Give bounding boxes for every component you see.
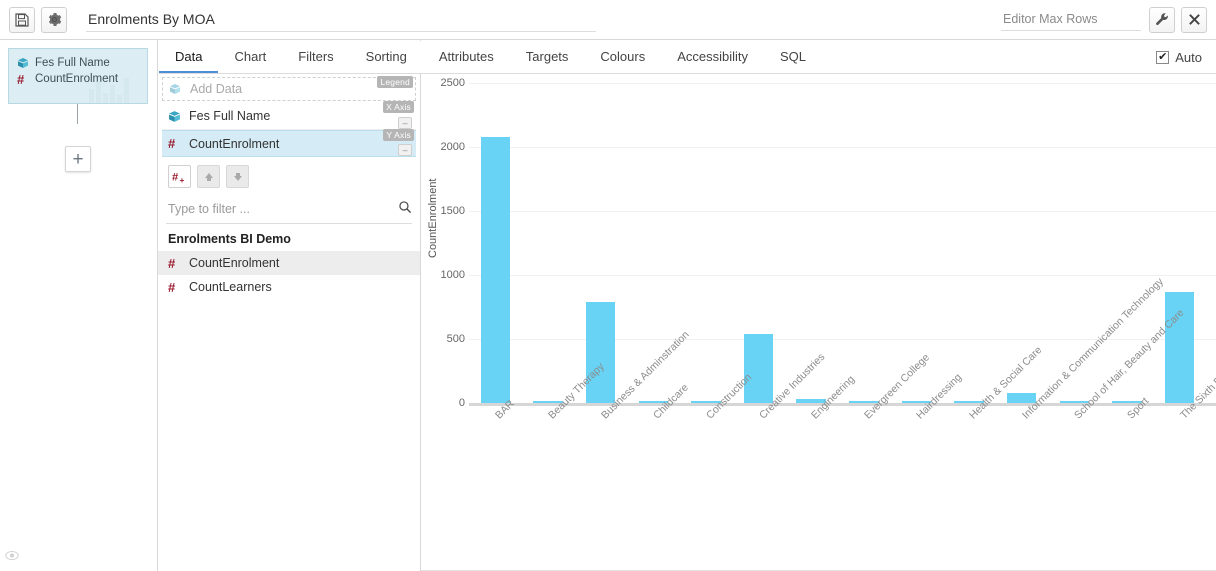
chart-editor-window: Data Chart Filters Sorting Attributes Ta… (0, 0, 1216, 571)
svg-text:#: # (172, 171, 179, 183)
y-axis-title: CountEnrolment (427, 178, 439, 259)
node-chart-watermark (89, 78, 129, 103)
shelf-list: Add Data Legend Fes Full Name X Axis – # (158, 73, 420, 157)
title-bar (0, 0, 1216, 40)
auto-label: Auto (1175, 49, 1202, 65)
tab-label: Colours (600, 48, 646, 64)
shelf-label: Add Data (190, 82, 243, 96)
tab-chart[interactable]: Chart (218, 41, 282, 73)
tab-label: Attributes (438, 48, 494, 64)
dataset-group-title: Enrolments BI Demo (168, 232, 291, 246)
field-filter-input[interactable] (166, 198, 398, 220)
search-icon[interactable] (398, 200, 412, 219)
bar-series (469, 83, 1216, 403)
measure-icon: # (17, 71, 25, 87)
tab-label: SQL (780, 48, 807, 64)
editor-max-rows-input[interactable] (1001, 8, 1141, 31)
tab-filters[interactable]: Filters (282, 41, 349, 73)
shelf-badge-y-axis: Y Axis (383, 129, 414, 141)
field-label: CountEnrolment (189, 256, 280, 270)
svg-text:+: + (180, 175, 185, 184)
data-source-node[interactable]: Fes Full Name # CountEnrolment (8, 48, 148, 104)
y-axis-tick-label: 1000 (440, 269, 465, 281)
data-tab-panel: Add Data Legend Fes Full Name X Axis – # (158, 40, 421, 571)
field-item-countenrolment[interactable]: # CountEnrolment (158, 251, 420, 275)
bar[interactable] (585, 301, 616, 403)
dimension-icon (169, 83, 185, 95)
tab-data[interactable]: Data (159, 41, 219, 73)
tab-label: Sorting (365, 48, 407, 64)
chart-preview: CountEnrolment 0 500 1000 1500 2000 2500 BAR B… (421, 40, 1216, 571)
title-bar-right-controls (1001, 6, 1210, 33)
measure-icon: # (168, 279, 176, 295)
chart-plot: CountEnrolment 0 500 1000 1500 2000 2500 BAR B… (421, 73, 1216, 571)
shelf-y-axis[interactable]: # CountEnrolment Y Axis – (162, 129, 416, 157)
field-item-countlearners[interactable]: # CountLearners (158, 275, 420, 299)
measure-icon: # (168, 255, 176, 271)
dimension-icon (168, 110, 184, 123)
remove-x-axis-button[interactable]: – (398, 117, 412, 129)
bar[interactable] (480, 136, 511, 403)
tab-sorting[interactable]: Sorting (350, 41, 423, 73)
chart-title-input[interactable] (86, 7, 596, 32)
auto-toggle[interactable]: ✔ Auto (1156, 41, 1216, 73)
y-axis-tick-label: 2000 (440, 141, 465, 153)
move-up-button[interactable] (197, 165, 220, 188)
shelf-label: Fes Full Name (189, 109, 271, 123)
measure-icon: # (168, 136, 176, 151)
add-measure-button[interactable]: # + (168, 165, 191, 188)
y-axis-tick-label: 1500 (440, 205, 465, 217)
dimension-icon (17, 57, 31, 69)
remove-y-axis-button[interactable]: – (398, 144, 412, 156)
y-axis-tick-label: 2500 (440, 77, 465, 89)
flow-panel: Fes Full Name # CountEnrolment + (0, 40, 158, 571)
field-filter-bar (166, 198, 412, 224)
eye-icon[interactable] (5, 548, 19, 566)
auto-checkbox[interactable]: ✔ (1156, 50, 1170, 64)
tab-label: Filters (298, 48, 334, 64)
tab-colours[interactable]: Colours (584, 41, 661, 73)
node-dimension-row: Fes Full Name (17, 55, 139, 71)
node-dimension-label: Fes Full Name (35, 57, 110, 69)
field-label: CountLearners (189, 280, 272, 294)
x-axis-line (469, 403, 1216, 406)
tab-bar: Data Chart Filters Sorting Attributes Ta… (159, 41, 1216, 74)
move-down-button[interactable] (226, 165, 249, 188)
tab-label: Data (175, 48, 203, 64)
add-node-button[interactable]: + (65, 146, 91, 172)
save-icon[interactable] (9, 6, 35, 33)
main-body: Fes Full Name # CountEnrolment + Add Dat… (0, 40, 1216, 571)
shelf-x-axis[interactable]: Fes Full Name X Axis – (162, 101, 416, 130)
tab-attributes[interactable]: Attributes (423, 41, 510, 73)
shelf-toolbar: # + (158, 157, 420, 198)
flow-connector-line (77, 104, 78, 124)
shelf-label: CountEnrolment (189, 136, 280, 151)
tab-accessibility[interactable]: Accessibility (661, 41, 764, 73)
gear-icon[interactable] (41, 6, 67, 33)
wrench-icon[interactable] (1149, 6, 1175, 33)
y-axis-tick-label: 0 (458, 397, 465, 409)
tab-label: Accessibility (677, 48, 749, 64)
shelf-badge-legend: Legend (377, 76, 413, 88)
tab-targets[interactable]: Targets (510, 41, 585, 73)
y-axis-tick-label: 500 (446, 333, 465, 345)
close-icon[interactable] (1181, 6, 1207, 33)
bar[interactable] (743, 333, 774, 403)
tab-sql[interactable]: SQL (764, 41, 822, 73)
tab-label: Chart (234, 48, 267, 64)
shelf-badge-x-axis: X Axis (383, 101, 414, 113)
shelf-add-data[interactable]: Add Data Legend (162, 76, 416, 101)
tab-label: Targets (525, 48, 569, 64)
